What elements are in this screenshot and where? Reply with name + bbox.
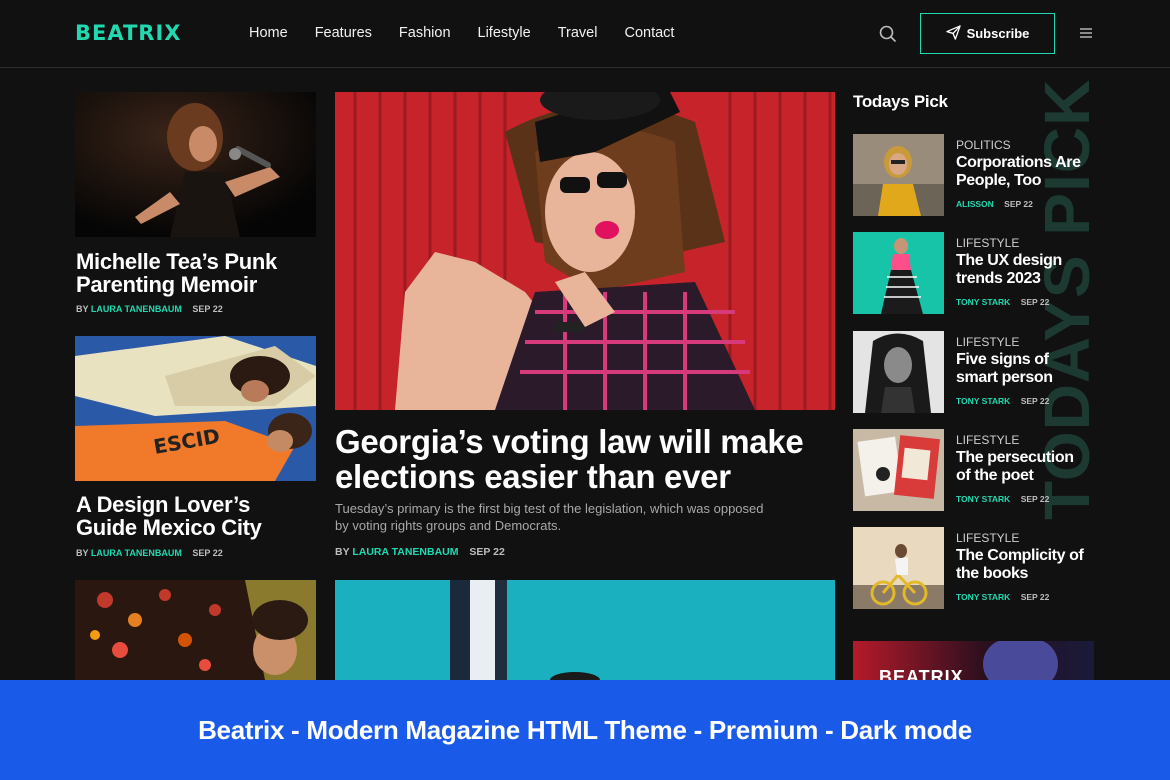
pick-thumbnail[interactable] (853, 429, 944, 511)
sidebar-ad-banner[interactable]: BEATRIX (853, 641, 1094, 680)
pick-date: SEP 22 (1020, 396, 1050, 406)
meta-author[interactable]: LAURA TANENBAUM (91, 548, 182, 558)
pick-thumbnail[interactable] (853, 527, 944, 609)
site-logo[interactable]: BEATRIX (75, 21, 181, 45)
pick-title[interactable]: Five signs of smart person (956, 351, 1091, 388)
nav-fashion[interactable]: Fashion (399, 25, 451, 41)
article-image-couple[interactable]: ESCID (75, 336, 316, 481)
nav-contact[interactable]: Contact (624, 25, 674, 41)
promo-banner: Beatrix - Modern Magazine HTML Theme - P… (0, 680, 1170, 780)
pick-thumbnail[interactable] (853, 134, 944, 216)
hamburger-menu-icon[interactable] (1079, 26, 1093, 40)
article-meta: BY LAURA TANENBAUM SEP 22 (76, 304, 223, 314)
subscribe-label: Subscribe (966, 26, 1030, 41)
nav-features[interactable]: Features (315, 25, 372, 41)
meta-author[interactable]: LAURA TANENBAUM (91, 304, 182, 314)
featured-title[interactable]: Georgia’s voting law will make elections… (335, 424, 830, 494)
article-title[interactable]: Michelle Tea’s Punk Parenting Memoir (76, 250, 311, 296)
pick-meta: TONY STARK SEP 22 (956, 297, 1049, 307)
pick-category[interactable]: LIFESTYLE (956, 531, 1019, 545)
pick-author[interactable]: TONY STARK (956, 297, 1010, 307)
nav-home[interactable]: Home (249, 25, 288, 41)
todays-pick-item[interactable]: LIFESTYLE The persecution of the poet TO… (853, 429, 1098, 513)
pick-category[interactable]: POLITICS (956, 138, 1011, 152)
pick-meta: TONY STARK SEP 22 (956, 494, 1049, 504)
pick-category[interactable]: LIFESTYLE (956, 433, 1019, 447)
pick-date: SEP 22 (1020, 297, 1050, 307)
article-meta: BY LAURA TANENBAUM SEP 22 (76, 548, 223, 558)
pick-thumbnail[interactable] (853, 331, 944, 413)
pick-title[interactable]: The persecution of the poet (956, 449, 1091, 486)
pick-category[interactable]: LIFESTYLE (956, 236, 1019, 250)
featured-meta: BY LAURA TANENBAUM SEP 22 (335, 546, 505, 558)
nav-travel[interactable]: Travel (558, 25, 598, 41)
subscribe-button[interactable]: Subscribe (920, 13, 1055, 54)
todays-pick-item[interactable]: POLITICS Corporations Are People, Too AL… (853, 134, 1098, 218)
meta-author[interactable]: LAURA TANENBAUM (352, 546, 458, 558)
pick-author[interactable]: ALISSON (956, 199, 994, 209)
meta-date: SEP 22 (469, 546, 505, 558)
search-icon[interactable] (878, 24, 898, 44)
pick-author[interactable]: TONY STARK (956, 396, 1010, 406)
pick-thumbnail[interactable] (853, 232, 944, 314)
meta-by: BY (76, 304, 89, 314)
sidebar-heading: Todays Pick (853, 92, 948, 111)
pick-meta: TONY STARK SEP 22 (956, 592, 1049, 602)
pick-author[interactable]: TONY STARK (956, 494, 1010, 504)
top-navbar: BEATRIX Home Features Fashion Lifestyle … (0, 0, 1170, 68)
article-image-teal[interactable] (335, 580, 835, 680)
pick-meta: TONY STARK SEP 22 (956, 396, 1049, 406)
pick-meta: ALISSON SEP 22 (956, 199, 1033, 209)
todays-pick-item[interactable]: LIFESTYLE The UX design trends 2023 TONY… (853, 232, 1098, 316)
pick-author[interactable]: TONY STARK (956, 592, 1010, 602)
todays-pick-item[interactable]: LIFESTYLE The Complicity of the books TO… (853, 527, 1098, 611)
paper-plane-icon (945, 24, 961, 43)
pick-title[interactable]: Corporations Are People, Too (956, 154, 1091, 191)
main-nav: Home Features Fashion Lifestyle Travel C… (249, 25, 701, 41)
article-image-singer[interactable] (75, 92, 316, 237)
pick-title[interactable]: The Complicity of the books (956, 547, 1091, 584)
nav-lifestyle[interactable]: Lifestyle (478, 25, 531, 41)
meta-by: BY (335, 546, 350, 558)
todays-pick-item[interactable]: LIFESTYLE Five signs of smart person TON… (853, 331, 1098, 415)
featured-excerpt: Tuesday’s primary is the first big test … (335, 501, 764, 533)
pick-category[interactable]: LIFESTYLE (956, 335, 1019, 349)
banner-title: Beatrix - Modern Magazine HTML Theme - P… (198, 714, 972, 745)
meta-date: SEP 22 (192, 304, 223, 314)
meta-date: SEP 22 (192, 548, 223, 558)
pick-date: SEP 22 (1020, 494, 1050, 504)
featured-image[interactable] (335, 92, 835, 410)
article-title[interactable]: A Design Lover’s Guide Mexico City (76, 493, 311, 539)
pick-date: SEP 22 (1004, 199, 1033, 209)
article-image-floral[interactable] (75, 580, 316, 680)
pick-date: SEP 22 (1020, 592, 1050, 602)
meta-by: BY (76, 548, 89, 558)
ad-graphic (983, 641, 1058, 680)
ad-logo-text: BEATRIX (879, 667, 964, 680)
pick-title[interactable]: The UX design trends 2023 (956, 252, 1091, 289)
